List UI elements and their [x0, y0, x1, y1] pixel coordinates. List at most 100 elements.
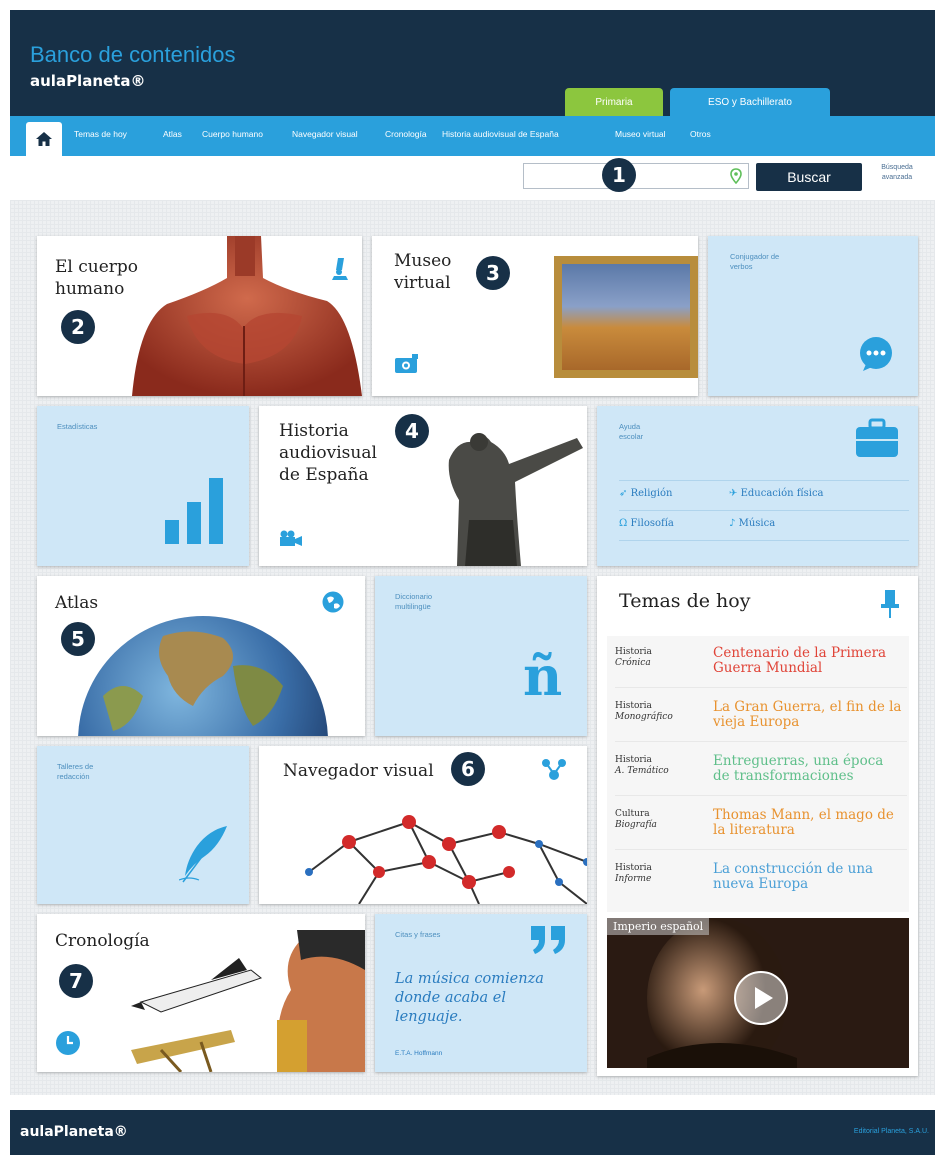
bar-chart-icon — [165, 478, 223, 544]
category-label: Cultura — [615, 809, 650, 819]
card-citas-frases[interactable]: Citas y frases La música comienza donde … — [375, 914, 587, 1072]
marker-3: 3 — [476, 256, 510, 290]
subcategory-label: Informe — [615, 874, 652, 884]
temas-link[interactable]: La Gran Guerra, el fin de la vieja Europ… — [713, 700, 903, 730]
card-label: Estadísticas — [57, 422, 98, 431]
globe-icon — [322, 591, 344, 613]
advanced-search-link[interactable]: Búsqueda avanzada — [872, 163, 922, 183]
card-title: Historia audiovisual de España — [279, 421, 377, 485]
site-header: Banco de contenidos aulaPlaneta® Primari… — [10, 10, 935, 118]
temas-link[interactable]: Thomas Mann, el mago de la literatura — [713, 808, 903, 838]
temas-category: Historia Monográfico — [615, 701, 673, 723]
site-title: Banco de contenidos — [30, 42, 236, 67]
link-label: Música — [738, 518, 776, 529]
temas-row[interactable]: Historia Monográfico La Gran Guerra, el … — [615, 690, 907, 742]
search-button[interactable]: Buscar — [756, 163, 862, 191]
card-label: Ayuda escolar — [619, 422, 644, 441]
card-atlas[interactable]: Atlas 5 — [37, 576, 365, 736]
nav-navegador-visual[interactable]: Navegador visual — [292, 129, 358, 139]
card-cuerpo-humano[interactable]: El cuerpo humano 2 — [37, 236, 362, 396]
footer-copyright[interactable]: Editorial Planeta, S.A.U. — [854, 1128, 929, 1135]
card-title: Navegador visual — [283, 761, 434, 781]
enye-glyph: ñ — [523, 644, 563, 708]
card-label: Citas y frases — [395, 930, 441, 939]
play-icon[interactable] — [733, 970, 789, 1026]
dove-icon: ➶ — [619, 488, 628, 499]
nav-cronologia[interactable]: Cronología — [385, 129, 427, 139]
card-temas-de-hoy: Temas de hoy Historia Crónica Centenario… — [597, 576, 918, 1076]
molecule-graph-image — [305, 815, 587, 904]
nav-otros[interactable]: Otros — [690, 129, 711, 139]
link-label: Religión — [630, 488, 673, 499]
link-label: Filosofía — [630, 518, 674, 529]
painting-image — [554, 256, 698, 378]
card-estadisticas[interactable]: Estadísticas — [37, 406, 249, 566]
link-filosofia[interactable]: Ω Filosofía — [619, 518, 674, 529]
divider — [619, 480, 909, 481]
card-talleres-redaccion[interactable]: Talleres de redacción — [37, 746, 249, 904]
card-label: Diccionario multilingüe — [395, 592, 433, 611]
site-footer: aulaPlaneta® Editorial Planeta, S.A.U. — [10, 1110, 935, 1155]
subcategory-label: Biografía — [615, 820, 657, 830]
network-icon — [542, 759, 566, 780]
location-pin-icon — [730, 168, 742, 184]
search-input[interactable] — [523, 163, 749, 189]
category-label: Historia — [615, 863, 652, 873]
card-cronologia[interactable]: Cronología 7 — [37, 914, 365, 1072]
subcategory-label: Crónica — [615, 658, 651, 668]
temas-row[interactable]: Historia A. Temático Entreguerras, una é… — [615, 744, 907, 796]
temas-list: Historia Crónica Centenario de la Primer… — [607, 636, 909, 912]
category-label: Historia — [615, 755, 652, 765]
card-conjugador-verbos[interactable]: Conjugador de verbos — [708, 236, 918, 396]
nav-temas-de-hoy[interactable]: Temas de hoy — [74, 129, 127, 139]
link-educacion-fisica[interactable]: ✈ Educación física — [729, 488, 824, 499]
brand-logo[interactable]: aulaPlaneta® — [30, 72, 145, 90]
marker-1: 1 — [602, 158, 636, 192]
card-label: Talleres de redacción — [57, 762, 94, 781]
card-historia-audiovisual[interactable]: Historia audiovisual de España 4 — [259, 406, 587, 566]
card-label: Conjugador de verbos — [730, 252, 780, 271]
temas-link[interactable]: Centenario de la Primera Guerra Mundial — [713, 646, 903, 676]
camera-icon — [395, 354, 418, 373]
temas-heading: Temas de hoy — [619, 590, 751, 612]
marker-6: 6 — [451, 752, 485, 786]
home-icon — [36, 132, 52, 146]
quote-icon — [531, 926, 565, 954]
temas-link[interactable]: Entreguerras, una época de transformacio… — [713, 754, 903, 784]
subcategory-label: Monográfico — [615, 712, 673, 722]
temas-category: Historia A. Temático — [615, 755, 669, 777]
link-musica[interactable]: ♪ Música — [729, 518, 775, 529]
footer-logo[interactable]: aulaPlaneta® — [20, 1124, 128, 1140]
link-religion[interactable]: ➶ Religión — [619, 488, 672, 499]
tab-eso-bachillerato[interactable]: ESO y Bachillerato — [670, 88, 830, 118]
card-navegador-visual[interactable]: Navegador visual 6 — [259, 746, 587, 904]
divider — [619, 540, 909, 541]
link-label: Educación física — [740, 488, 824, 499]
temas-row[interactable]: Historia Crónica Centenario de la Primer… — [615, 636, 907, 688]
tab-primaria[interactable]: Primaria — [565, 88, 663, 118]
marker-7: 7 — [59, 964, 93, 998]
card-ayuda-escolar[interactable]: Ayuda escolar ➶ Religión ✈ Educación fís… — [597, 406, 918, 566]
nav-historia-audiovisual[interactable]: Historia audiovisual de España — [442, 129, 559, 139]
nav-atlas[interactable]: Atlas — [163, 129, 182, 139]
video-player[interactable]: Imperio español — [607, 918, 909, 1068]
video-camera-icon — [280, 530, 302, 546]
card-diccionario[interactable]: Diccionario multilingüe ñ — [375, 576, 587, 736]
card-museo-virtual[interactable]: Museo virtual 3 — [372, 236, 698, 396]
home-button[interactable] — [26, 122, 62, 156]
globe-image — [78, 616, 328, 736]
pin-icon — [881, 590, 899, 618]
card-title: Atlas — [55, 593, 99, 613]
temas-row[interactable]: Historia Informe La construcción de una … — [615, 852, 907, 904]
nav-museo-virtual[interactable]: Museo virtual — [615, 129, 666, 139]
card-title: El cuerpo humano — [55, 257, 139, 299]
temas-category: Historia Informe — [615, 863, 652, 885]
category-label: Historia — [615, 647, 652, 657]
marker-5: 5 — [61, 622, 95, 656]
temas-row[interactable]: Cultura Biografía Thomas Mann, el mago d… — [615, 798, 907, 850]
category-label: Historia — [615, 701, 652, 711]
nav-cuerpo-humano[interactable]: Cuerpo humano — [202, 129, 263, 139]
subcategory-label: A. Temático — [615, 766, 669, 776]
main-nav: Temas de hoy Atlas Cuerpo humano Navegad… — [10, 116, 935, 156]
temas-link[interactable]: La construcción de una nueva Europa — [713, 862, 903, 892]
